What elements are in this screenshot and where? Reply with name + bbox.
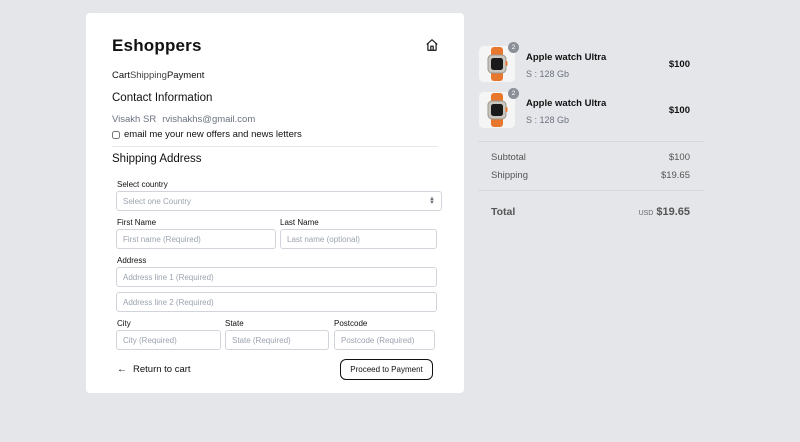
newsletter-option[interactable]: email me your new offers and news letter…	[112, 129, 302, 140]
contact-email: rvishakhs@gmail.com	[162, 114, 256, 125]
checkout-form-card: Eshoppers CartShippingPayment Contact In…	[86, 13, 464, 393]
city-field[interactable]: City (Required)	[116, 330, 221, 350]
contact-section-title: Contact Information	[112, 92, 213, 104]
brand-title: Eshoppers	[112, 36, 202, 55]
watch-image-icon	[487, 47, 508, 81]
item-name: Apple watch Ultra	[526, 98, 607, 109]
total-row: Total USD $19.65	[491, 202, 690, 220]
city-label: City	[117, 319, 131, 328]
order-item: 2 Apple watch Ultra S : 128 Gb $100	[478, 88, 704, 131]
breadcrumb: CartShippingPayment	[112, 70, 204, 81]
quantity-badge: 2	[508, 42, 519, 53]
contact-details: Visakh SR rvishakhs@gmail.com	[112, 114, 255, 125]
arrow-left-icon: ←	[117, 364, 127, 375]
address-line1-field[interactable]: Address line 1 (Required)	[116, 267, 437, 287]
city-placeholder: City (Required)	[123, 335, 177, 345]
subtotal-label: Subtotal	[491, 152, 526, 163]
postcode-field[interactable]: Postcode (Required)	[334, 330, 435, 350]
address-line2-placeholder: Address line 2 (Required)	[123, 297, 214, 307]
country-label: Select country	[117, 180, 168, 189]
home-icon[interactable]	[425, 38, 439, 52]
proceed-to-payment-button[interactable]: Proceed to Payment	[340, 359, 433, 380]
breadcrumb-shipping[interactable]: Shipping	[130, 70, 167, 81]
last-name-placeholder: Last name (optional)	[287, 234, 360, 244]
newsletter-checkbox[interactable]	[112, 130, 120, 139]
total-currency: USD	[638, 210, 654, 217]
item-variant: S : 128 Gb	[526, 115, 570, 125]
state-label: State	[225, 319, 244, 328]
item-price: $100	[668, 59, 690, 70]
state-field[interactable]: State (Required)	[225, 330, 329, 350]
watch-image-icon	[487, 93, 508, 127]
country-select[interactable]: Select one Country ▲ ▼	[116, 191, 442, 211]
address-line2-field[interactable]: Address line 2 (Required)	[116, 292, 437, 312]
last-name-field[interactable]: Last name (optional)	[280, 229, 437, 249]
summary-divider	[478, 141, 704, 142]
item-price: $100	[668, 105, 690, 116]
shipping-section-title: Shipping Address	[112, 153, 202, 165]
subtotal-value: $100	[668, 152, 690, 163]
first-name-placeholder: First name (Required)	[123, 234, 201, 244]
quantity-badge: 2	[508, 88, 519, 99]
item-variant: S : 128 Gb	[526, 69, 570, 79]
breadcrumb-cart[interactable]: Cart	[112, 70, 130, 81]
select-chevrons-icon: ▲ ▼	[429, 196, 435, 206]
order-item: 2 Apple watch Ultra S : 128 Gb $100	[478, 42, 704, 85]
newsletter-label: email me your new offers and news letter…	[124, 129, 302, 140]
state-placeholder: State (Required)	[232, 335, 291, 345]
shipping-row: Shipping $19.65	[491, 170, 690, 181]
section-divider	[112, 146, 438, 147]
shipping-value: $19.65	[660, 170, 690, 181]
return-to-cart-link[interactable]: ← Return to cart	[117, 364, 191, 375]
total-value: $19.65	[656, 206, 690, 218]
total-label: Total	[491, 206, 516, 218]
address-line1-placeholder: Address line 1 (Required)	[123, 272, 214, 282]
first-name-label: First Name	[117, 218, 157, 227]
postcode-placeholder: Postcode (Required)	[341, 335, 415, 345]
shipping-label: Shipping	[491, 170, 528, 181]
address-label: Address	[117, 256, 147, 265]
subtotal-row: Subtotal $100	[491, 152, 690, 163]
return-to-cart-label: Return to cart	[133, 364, 191, 375]
postcode-label: Postcode	[334, 319, 368, 328]
country-select-placeholder: Select one Country	[123, 196, 192, 206]
summary-divider	[478, 190, 704, 191]
first-name-field[interactable]: First name (Required)	[116, 229, 276, 249]
last-name-label: Last Name	[280, 218, 319, 227]
total-amount: USD $19.65	[639, 202, 690, 220]
contact-name: Visakh SR	[112, 114, 157, 125]
breadcrumb-payment[interactable]: Payment	[167, 70, 205, 81]
item-name: Apple watch Ultra	[526, 52, 607, 63]
